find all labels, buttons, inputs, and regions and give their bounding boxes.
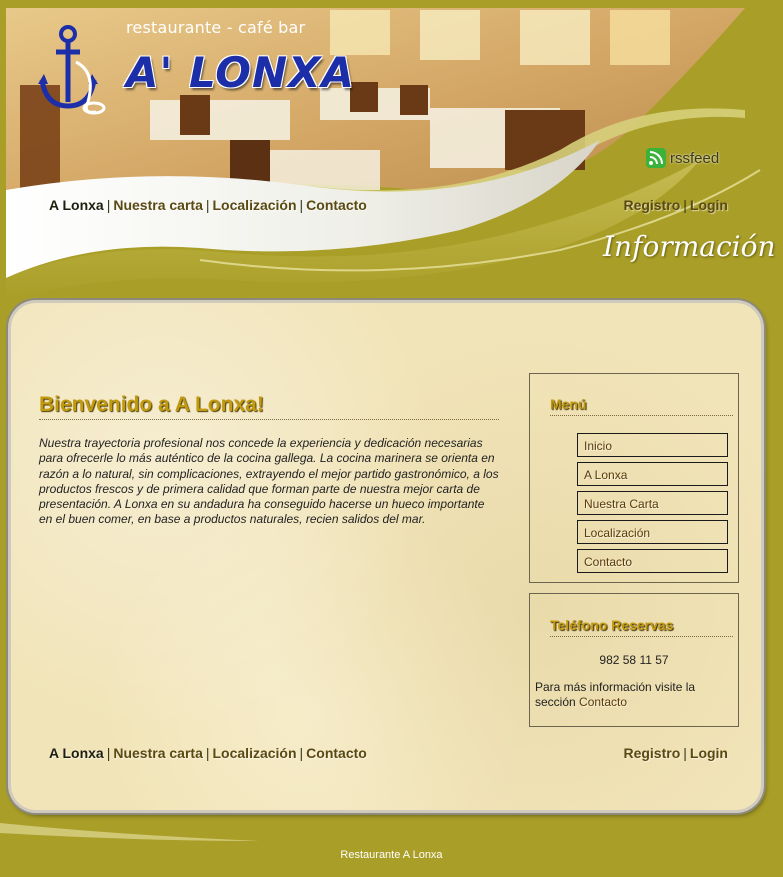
registro-link[interactable]: Registro	[623, 197, 680, 213]
reservas-title: Teléfono Reservas	[550, 617, 674, 633]
section-title: Información	[603, 230, 776, 263]
rss-feed-link[interactable]: rssfeed	[646, 148, 719, 168]
bottom-account-nav: Registro | Login	[623, 745, 728, 761]
brand-tagline: restaurante - café bar	[126, 18, 306, 37]
menu-item-inicio[interactable]: Inicio	[577, 433, 728, 457]
menu-item-contacto[interactable]: Contacto	[577, 549, 728, 573]
menu-item-nuestra-carta[interactable]: Nuestra Carta	[577, 491, 728, 515]
login-link[interactable]: Login	[690, 745, 728, 761]
nav-link-nuestra-carta[interactable]: Nuestra carta	[113, 745, 203, 761]
reservas-contacto-link[interactable]: Contacto	[579, 695, 627, 709]
welcome-divider	[39, 419, 499, 420]
reservas-info: Para más información visite la sección C…	[535, 680, 725, 710]
nav-separator: |	[106, 197, 111, 213]
login-link[interactable]: Login	[690, 197, 728, 213]
menu-divider	[550, 415, 733, 416]
nav-link-contacto[interactable]: Contacto	[306, 197, 367, 213]
nav-separator: |	[205, 197, 210, 213]
menu-box: Menú Inicio A Lonxa Nuestra Carta Locali…	[529, 373, 739, 583]
nav-link-contacto[interactable]: Contacto	[306, 745, 367, 761]
nav-separator: |	[299, 197, 304, 213]
bottom-nav: A Lonxa | Nuestra carta | Localización | Conta…	[49, 745, 367, 761]
reservas-box: Teléfono Reservas 982 58 11 57 Para más …	[529, 593, 739, 727]
header: restaurante - café bar A' LONXA rssfeed …	[0, 0, 783, 300]
welcome-text: Nuestra trayectoria profesional nos conc…	[39, 436, 499, 527]
anchor-logo-icon	[38, 25, 106, 115]
menu-title: Menú	[550, 396, 587, 412]
nav-separator: |	[106, 745, 111, 761]
footer-swoosh	[0, 823, 260, 841]
welcome-title: Bienvenido a A Lonxa!	[39, 393, 264, 416]
registro-link[interactable]: Registro	[623, 745, 680, 761]
nav-separator: |	[205, 745, 210, 761]
nav-link-nuestra-carta[interactable]: Nuestra carta	[113, 197, 203, 213]
brand-name: A' LONXA	[126, 48, 355, 97]
menu-item-a-lonxa[interactable]: A Lonxa	[577, 462, 728, 486]
nav-separator: |	[683, 745, 687, 761]
phone-number: 982 58 11 57	[599, 653, 669, 667]
rss-icon	[646, 148, 666, 168]
menu-item-localizacion[interactable]: Localización	[577, 520, 728, 544]
reservas-divider	[550, 636, 733, 637]
footer-text: Restaurante A Lonxa	[340, 849, 443, 861]
account-nav: Registro | Login	[623, 197, 728, 213]
nav-link-localizacion[interactable]: Localización	[213, 745, 297, 761]
nav-link-a-lonxa[interactable]: A Lonxa	[49, 197, 104, 213]
nav-separator: |	[299, 745, 304, 761]
nav-link-localizacion[interactable]: Localización	[213, 197, 297, 213]
nav-link-a-lonxa[interactable]: A Lonxa	[49, 745, 104, 761]
nav-separator: |	[683, 197, 687, 213]
top-nav: A Lonxa | Nuestra carta | Localización | Conta…	[49, 197, 367, 213]
rss-label: rssfeed	[670, 149, 720, 167]
